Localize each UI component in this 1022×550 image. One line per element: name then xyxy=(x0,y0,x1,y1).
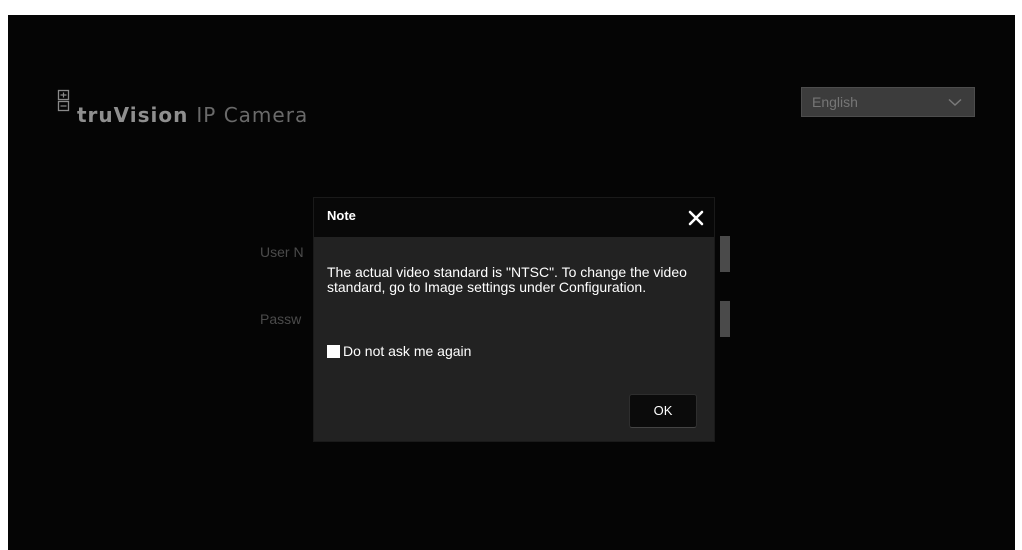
logo-brand: truVision xyxy=(77,103,189,127)
close-icon[interactable] xyxy=(686,208,706,228)
username-input[interactable] xyxy=(720,236,730,272)
do-not-ask-checkbox[interactable] xyxy=(327,345,340,358)
password-label: Passw xyxy=(260,311,302,327)
password-input[interactable] xyxy=(720,301,730,337)
dialog-title: Note xyxy=(327,208,356,223)
username-label: User N xyxy=(260,244,304,260)
dialog-message: The actual video standard is "NTSC". To … xyxy=(327,264,687,295)
ok-button[interactable]: OK xyxy=(629,394,697,428)
dialog-header: Note xyxy=(314,198,714,237)
logo-text: truVision IP Camera xyxy=(77,101,308,129)
do-not-ask-label: Do not ask me again xyxy=(343,343,472,359)
logo-product: IP Camera xyxy=(196,103,309,127)
language-select-value: English xyxy=(812,94,858,110)
chevron-down-icon xyxy=(948,98,962,107)
logo-mark-icon xyxy=(57,89,70,112)
note-dialog: Note The actual video standard is "NTSC"… xyxy=(314,198,714,441)
language-select[interactable]: English xyxy=(801,87,975,117)
login-page: truVision IP Camera English User N Passw … xyxy=(8,15,1015,550)
